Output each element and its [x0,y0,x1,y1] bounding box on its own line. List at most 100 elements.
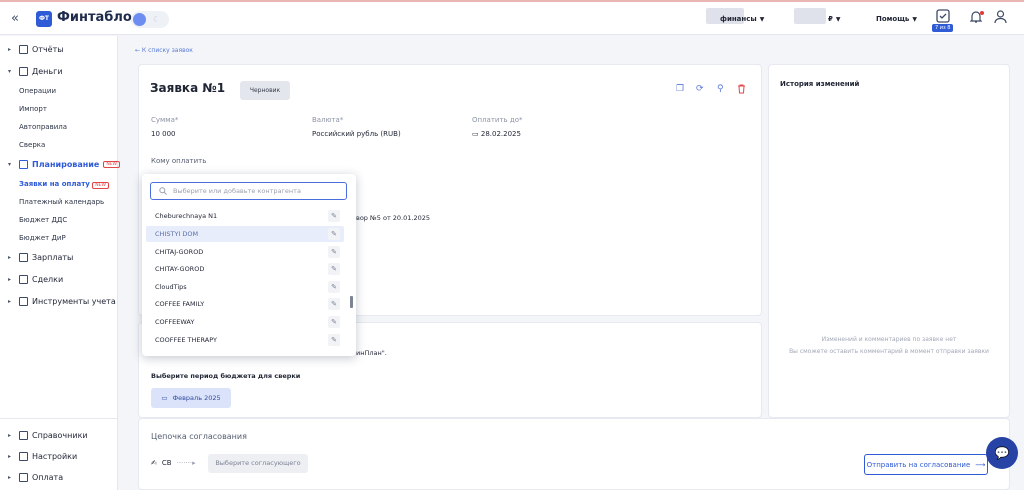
chevron-down-icon: ▼ [759,16,765,23]
currency-menu[interactable]: ₽ ▼ [828,15,841,23]
dotted-arrow-icon: ·······▸ [176,459,196,467]
chevron-right-icon: ▸ [8,453,12,460]
app-name: Финтабло [57,10,132,25]
copy-icon[interactable]: ❐ [676,84,684,94]
history-empty-line2: Вы сможете оставить комментарий в момент… [789,348,989,355]
sidebar-item-deals[interactable]: ▸ Сделки [8,275,63,284]
sidebar-item-salaries[interactable]: ▸ Зарплаты [8,253,73,262]
back-link[interactable]: ← К списку заявок [135,47,193,54]
notification-dot [980,11,984,15]
people-icon [19,253,28,262]
sum-label: Сумма* [151,116,179,124]
calendar-icon: ▭ [161,394,168,402]
sidebar-item-payment[interactable]: ▸ Оплата [8,473,63,482]
dropdown-item[interactable]: Cheburechnaya N1 ✎ [146,208,344,224]
tasks-badge: 7 из 8 [932,24,954,32]
currency-label: Валюта* [312,116,344,124]
pencil-icon[interactable]: ✎ [328,210,340,222]
dropdown-item[interactable]: CHITAJ-GOROD ✎ [146,244,344,260]
card-icon [19,473,28,482]
calendar-icon: ▭ [472,130,479,138]
planning-icon [19,160,28,169]
moon-icon: ☾ [153,15,161,24]
dropdown-scrollbar[interactable] [350,296,353,308]
counterparty-search[interactable] [150,182,347,200]
sidebar-item-reports[interactable]: ▸ Отчёты [8,45,64,54]
sum-value[interactable]: 10 000 [151,130,176,138]
finance-menu[interactable]: финансы ▼ [720,15,764,23]
dropdown-item[interactable]: COOFFEE THERAPY ✎ [146,332,344,348]
sidebar [0,36,118,490]
link-icon[interactable]: ⚲ [717,84,724,94]
planning-link[interactable]: инПлан". [356,349,387,357]
chevron-down-icon: ▾ [8,68,12,75]
pay-until-label: Оплатить до* [472,116,523,124]
logo-icon: ФТ [36,11,52,27]
period-button[interactable]: ▭ Февраль 2025 [151,388,231,408]
pencil-icon[interactable]: ✎ [328,246,340,258]
pay-until-field[interactable]: ▭ 28.02.2025 [472,130,521,138]
history-empty-line1: Изменений и комментариев по заявке нет [821,336,957,343]
pencil-icon[interactable]: ✎ [328,298,340,310]
chevron-down-icon: ▾ [8,161,12,168]
sidebar-subitem-autorules[interactable]: Автоправила [19,123,67,131]
dropdown-item[interactable]: COFFEEWAY ✎ [146,314,344,330]
history-title: История изменений [780,80,860,88]
trash-icon[interactable] [737,84,746,94]
dropdown-item[interactable]: CHITAY-GOROD ✎ [146,261,344,277]
sidebar-subitem-payment-calendar[interactable]: Платежный календарь [19,198,104,206]
sidebar-subitem-import[interactable]: Импорт [19,105,47,113]
dropdown-item[interactable]: COFFEE FAMILY ✎ [146,296,344,312]
dropdown-item[interactable]: CHISTYI DOM ✎ [146,226,344,242]
new-badge: NEW [103,161,120,168]
send-for-approval-button[interactable]: Отправить на согласование ⟶ [864,454,988,475]
chevron-right-icon: ▸ [8,276,12,283]
sidebar-subitem-operations[interactable]: Операции [19,87,56,95]
book-icon [19,431,28,440]
pencil-icon[interactable]: ✎ [328,334,340,346]
sidebar-item-money[interactable]: ▾ Деньги [8,67,63,76]
wallet-icon [19,67,28,76]
page-title: Заявка №1 [150,81,226,95]
sidebar-item-tools[interactable]: ▸ Инструменты учета [8,297,116,306]
currency-value[interactable]: Российский рубль (RUB) [312,130,401,138]
pencil-icon[interactable]: ✎ [328,263,340,275]
refresh-icon[interactable]: ⟳ [696,84,704,94]
pencil-icon[interactable]: ✎ [328,228,340,240]
search-input[interactable] [173,187,333,195]
top-bar: « ФТ Финтабло ☾ финансы ▼ ₽ ▼ Помощь ▼ 7 из… [0,0,1024,35]
help-menu[interactable]: Помощь ▼ [876,15,917,23]
chevron-right-icon: ▸ [8,474,12,481]
sidebar-item-planning[interactable]: ▾ Планирование NEW [8,160,120,169]
sidebar-item-settings[interactable]: ▸ Настройки [8,452,77,461]
chart-icon [19,45,28,54]
chain-initials: СВ [161,459,172,467]
status-badge: Черновик [240,81,290,100]
bag-icon [19,275,28,284]
sidebar-subitem-payment-requests[interactable]: Заявки на оплату NEW [19,180,109,189]
chevron-right-icon: ▸ [8,46,12,53]
pencil-icon[interactable]: ✎ [328,281,340,293]
dropdown-item[interactable]: CloudTips ✎ [146,279,344,295]
chevron-right-icon: ▸ [8,432,12,439]
sidebar-item-references[interactable]: ▸ Справочники [8,431,88,440]
signature-icon: ✍ [151,459,157,467]
sidebar-subitem-pl-budget[interactable]: Бюджет ДиР [19,234,66,242]
history-card [768,64,1010,418]
select-approver-button[interactable]: Выберите согласующего [208,454,308,473]
chat-icon[interactable]: 💬 [986,437,1018,469]
chain-row: ✍ СВ ·······▸ [151,459,196,467]
tasks-icon[interactable] [936,9,950,23]
payee-label: Кому оплатить [151,157,207,165]
contract-text: вор №5 от 20.01.2025 [356,214,431,222]
sidebar-subitem-reconciliation[interactable]: Сверка [19,141,45,149]
sidebar-subitem-cashflow-budget[interactable]: Бюджет ДДС [19,216,67,224]
pencil-icon[interactable]: ✎ [328,316,340,328]
collapse-sidebar-icon[interactable]: « [11,11,19,26]
theme-toggle[interactable]: ☾ [131,11,169,28]
period-label: Выберите период бюджета для сверки [151,372,301,380]
counterparty-dropdown: Cheburechnaya N1✎ CHISTYI DOM✎ CHITAJ-GO… [142,174,356,356]
table-icon [19,297,28,306]
user-icon[interactable] [994,10,1007,24]
chevron-right-icon: ▸ [8,298,12,305]
